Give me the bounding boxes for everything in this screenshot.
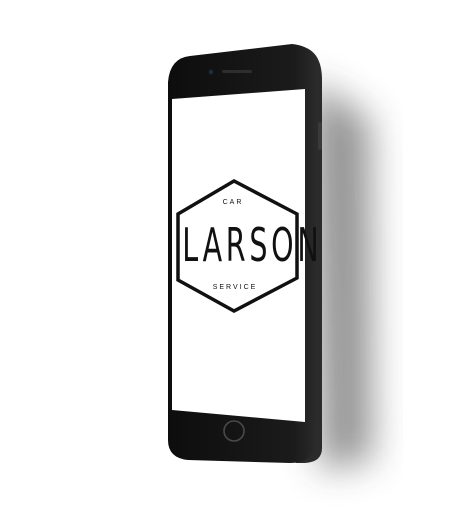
earpiece-speaker-icon	[222, 70, 252, 73]
front-camera-icon	[208, 69, 214, 75]
product-mockup-scene: CAR LARSON SERVICE	[0, 0, 475, 523]
side-button	[318, 122, 322, 150]
logo-main-text: LARSON	[182, 218, 323, 272]
logo-bottom-text: SERVICE	[212, 284, 258, 291]
logo-top-text: CAR	[222, 199, 244, 206]
